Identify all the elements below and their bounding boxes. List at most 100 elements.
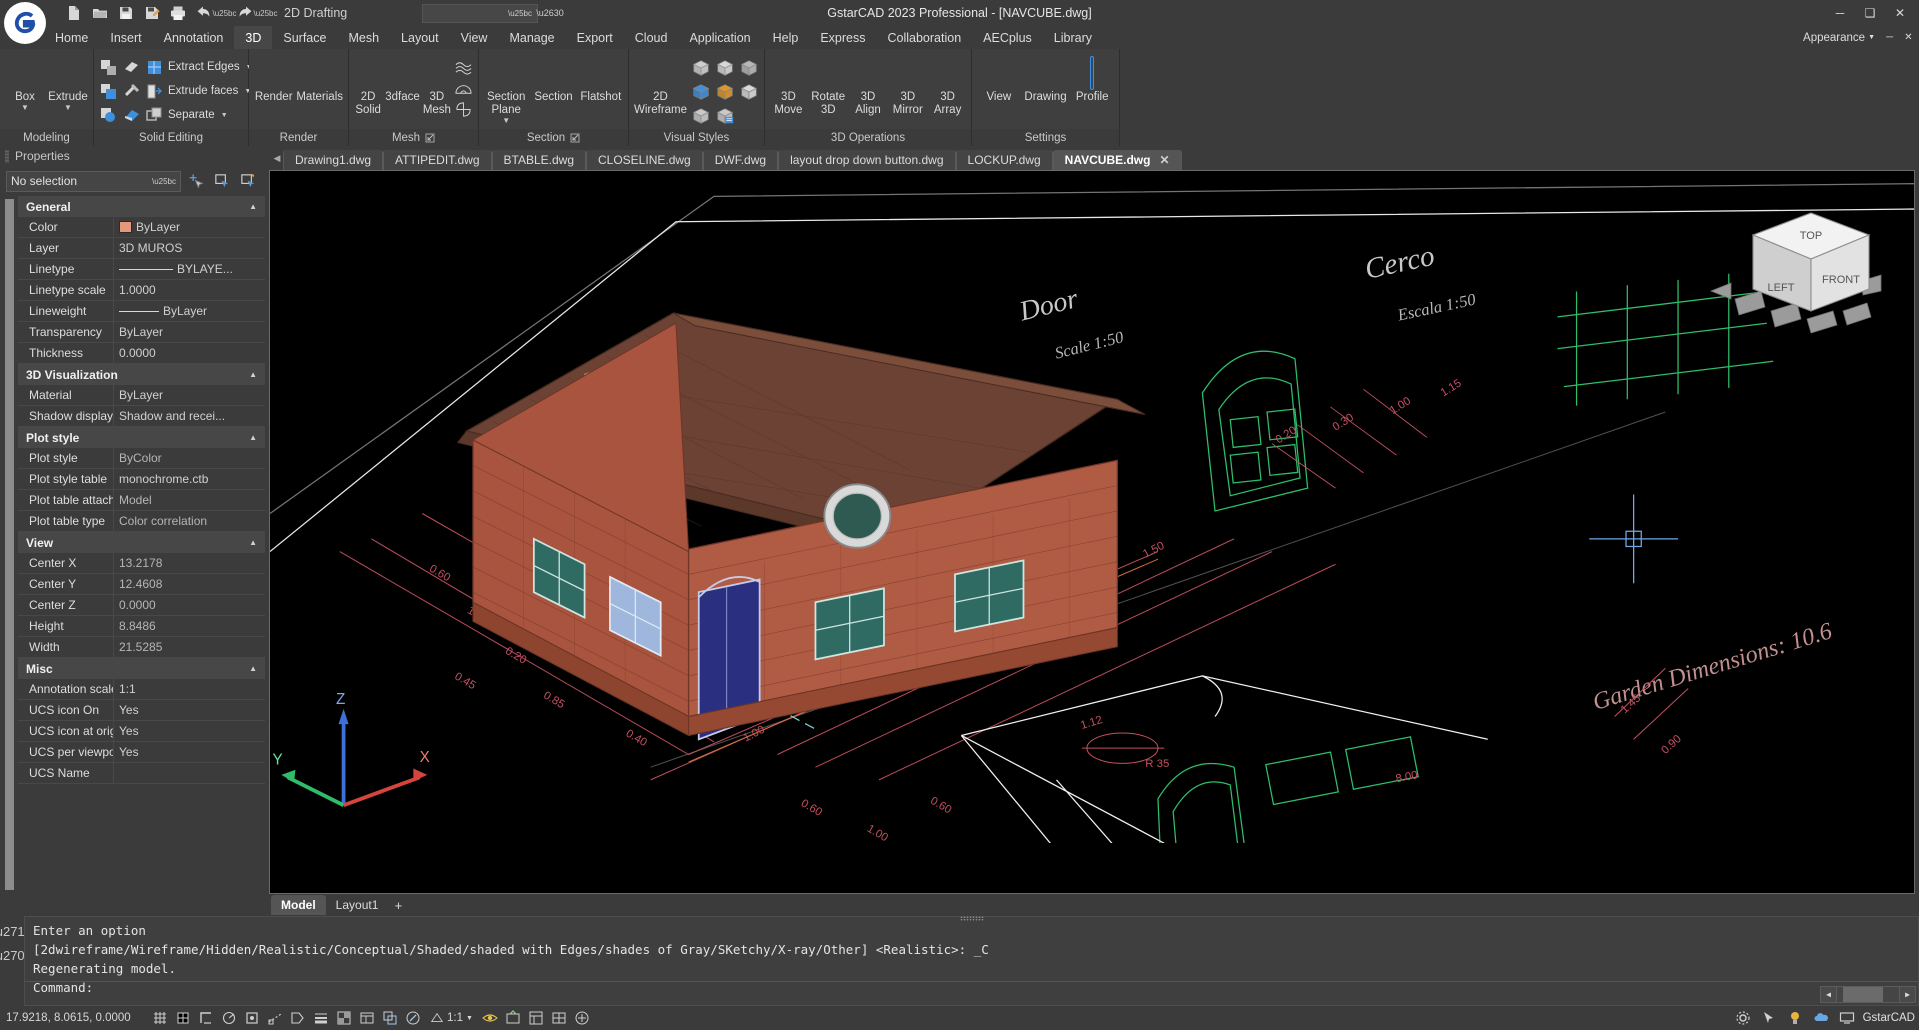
document-tab-closeline-dwg[interactable]: CLOSELINE.dwg — [586, 150, 703, 170]
property-row[interactable]: Plot table attache... Model — [18, 490, 265, 511]
workspace-icon[interactable] — [526, 1008, 546, 1028]
ortho-icon[interactable] — [196, 1008, 216, 1028]
property-group-view[interactable]: View ▲ — [18, 532, 265, 553]
2d-wireframe-button[interactable]: 2D Wireframe — [634, 53, 687, 116]
separate-icon-1[interactable] — [99, 106, 118, 125]
mesh-pie-icon[interactable] — [454, 100, 473, 119]
property-group-3d-visualization[interactable]: 3D Visualization ▲ — [18, 364, 265, 385]
ribbon-tab-help[interactable]: Help — [762, 26, 810, 49]
scroll-track[interactable] — [1837, 986, 1899, 1003]
ribbon-close-button[interactable]: ✕ — [1900, 27, 1917, 49]
document-tab-dwf-dwg[interactable]: DWF.dwg — [702, 150, 779, 170]
visual-style-cube-4[interactable] — [690, 81, 712, 103]
property-value-cell[interactable]: 13.2178 — [114, 553, 265, 573]
otrack-icon[interactable] — [265, 1008, 285, 1028]
property-value-cell[interactable]: monochrome.ctb — [114, 469, 265, 489]
property-row[interactable]: Plot style table monochrome.ctb — [18, 469, 265, 490]
document-tab-lockup-dwg[interactable]: LOCKUP.dwg — [955, 150, 1053, 170]
quick-select-icon[interactable] — [185, 170, 207, 192]
gear-icon[interactable] — [1733, 1008, 1753, 1028]
ribbon-tab-layout[interactable]: Layout — [390, 26, 450, 49]
scroll-left-icon[interactable]: ◀ — [1820, 986, 1837, 1003]
document-tab-attipedit-dwg[interactable]: ATTIPEDIT.dwg — [383, 150, 492, 170]
property-value-cell[interactable]: Color correlation — [114, 511, 265, 531]
document-tab-navcube-dwg[interactable]: NAVCUBE.dwg ✕ — [1052, 150, 1182, 170]
property-value-cell[interactable]: 8.8486 — [114, 616, 265, 636]
mesh-ribbon-icon[interactable] — [454, 58, 473, 77]
visual-style-cube-2[interactable] — [714, 57, 736, 79]
ribbon-tab-cloud[interactable]: Cloud — [624, 26, 679, 49]
ribbon-tab-application[interactable]: Application — [678, 26, 761, 49]
visual-style-cube-8[interactable] — [714, 105, 736, 127]
ribbon-tab-surface[interactable]: Surface — [272, 26, 337, 49]
property-value-cell[interactable]: ByLayer — [114, 301, 265, 321]
dialog-launcher-icon[interactable] — [425, 133, 435, 143]
extrude-faces-icon-3[interactable] — [145, 82, 164, 101]
property-value-cell[interactable]: ByLayer — [114, 217, 265, 237]
command-grip-icon[interactable] — [959, 916, 984, 921]
3d-move-button[interactable]: 3D Move — [770, 53, 807, 116]
tab-scroll-left-icon[interactable]: ◀ — [271, 146, 283, 170]
render-button[interactable]: Render — [254, 53, 293, 103]
property-value-cell[interactable]: 0.0000 — [114, 343, 265, 363]
ribbon-tab-home[interactable]: Home — [44, 26, 99, 49]
profile-button[interactable]: Profile — [1070, 53, 1114, 103]
dyn-input-icon[interactable] — [288, 1008, 308, 1028]
rotate-3d-button[interactable]: Rotate 3D — [810, 53, 847, 116]
view-button[interactable]: View — [977, 53, 1021, 103]
selection-dropdown[interactable]: No selection \u25bc — [6, 170, 181, 192]
visual-style-cube-6[interactable] — [738, 81, 760, 103]
section-button[interactable]: Section — [531, 53, 575, 103]
separate-icon-2[interactable] — [122, 106, 141, 125]
selection-cycling-icon[interactable] — [380, 1008, 400, 1028]
3dface-button[interactable]: 3dface — [385, 53, 420, 103]
ribbon-tab-view[interactable]: View — [450, 26, 499, 49]
property-row[interactable]: Transparency ByLayer — [18, 322, 265, 343]
property-row[interactable]: UCS icon at origin Yes — [18, 721, 265, 742]
ribbon-tab-mesh[interactable]: Mesh — [337, 26, 390, 49]
ribbon-tab-3d[interactable]: 3D — [234, 26, 273, 49]
property-value-cell[interactable]: Model — [114, 490, 265, 510]
drawing-button[interactable]: Drawing — [1024, 53, 1068, 103]
property-row[interactable]: Shadow display Shadow and recei... — [18, 406, 265, 427]
appearance-menu[interactable]: Appearance ▼ — [1799, 32, 1879, 44]
visual-style-cube-5[interactable] — [714, 81, 736, 103]
property-row[interactable]: Material ByLayer — [18, 385, 265, 406]
ribbon-tab-library[interactable]: Library — [1043, 26, 1103, 49]
property-value-cell[interactable]: 12.4608 — [114, 574, 265, 594]
property-group-misc[interactable]: Misc ▲ — [18, 658, 265, 679]
property-value-cell[interactable]: BYLAYE... — [114, 259, 265, 279]
property-row[interactable]: UCS Name — [18, 763, 265, 784]
chevron-down-icon[interactable]: ▼ — [502, 117, 510, 125]
property-group-plot-style[interactable]: Plot style ▲ — [18, 427, 265, 448]
property-row[interactable]: Thickness 0.0000 — [18, 343, 265, 364]
extract-edges-icon-1[interactable] — [99, 58, 118, 77]
property-value-cell[interactable]: Shadow and recei... — [114, 406, 265, 426]
extrude-faces-icon-2[interactable] — [122, 82, 141, 101]
ribbon-tab-express[interactable]: Express — [809, 26, 876, 49]
property-value-cell[interactable]: ByLayer — [114, 322, 265, 342]
chevron-down-icon[interactable]: ▼ — [466, 1015, 473, 1022]
document-tab-layout-drop-down-button-dwg[interactable]: layout drop down button.dwg — [778, 150, 956, 170]
ribbon-tab-export[interactable]: Export — [566, 26, 624, 49]
isolate-icon[interactable] — [572, 1008, 592, 1028]
minimize-button[interactable]: ─ — [1825, 0, 1855, 26]
command-output[interactable]: Enter an option [2dwireframe/Wireframe/H… — [24, 916, 1919, 1006]
property-group-general[interactable]: General ▲ — [18, 196, 265, 217]
chevron-up-icon[interactable]: ▲ — [249, 370, 257, 379]
property-value-cell[interactable] — [114, 763, 265, 783]
box-button[interactable]: Box ▼ — [5, 53, 45, 112]
property-row[interactable]: Linetype scale 1.0000 — [18, 280, 265, 301]
polar-icon[interactable] — [219, 1008, 239, 1028]
section-plane-button[interactable]: Section Plane ▼ — [484, 53, 528, 125]
layout-tab-layout1[interactable]: Layout1 — [326, 895, 389, 915]
ribbon-tab-annotation[interactable]: Annotation — [153, 26, 235, 49]
open-icon[interactable] — [88, 2, 112, 24]
ribbon-tab-insert[interactable]: Insert — [99, 26, 152, 49]
extrude-button[interactable]: Extrude ▼ — [48, 53, 88, 112]
document-tab-btable-dwg[interactable]: BTABLE.dwg — [491, 150, 586, 170]
dialog-launcher-icon[interactable] — [570, 133, 580, 143]
save-icon[interactable] — [114, 2, 138, 24]
property-row[interactable]: UCS icon On Yes — [18, 700, 265, 721]
osnap-icon[interactable] — [242, 1008, 262, 1028]
